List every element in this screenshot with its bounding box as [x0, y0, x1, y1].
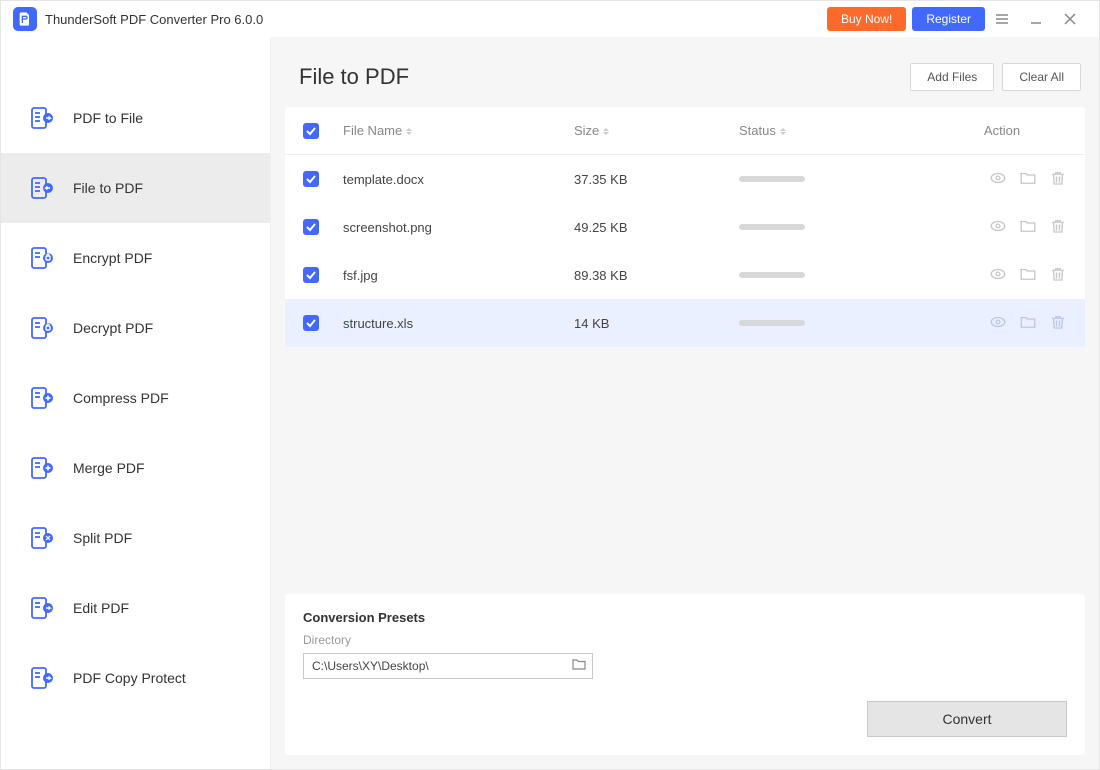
sidebar-item-label: Split PDF [73, 530, 132, 546]
sidebar-icon [29, 665, 55, 691]
sidebar-item-label: Compress PDF [73, 390, 169, 406]
delete-icon[interactable] [1049, 169, 1067, 190]
sidebar-item-split-pdf[interactable]: Split PDF [1, 503, 270, 573]
sidebar-item-compress-pdf[interactable]: Compress PDF [1, 363, 270, 433]
table-row[interactable]: fsf.jpg89.38 KB [285, 251, 1085, 299]
open-folder-icon[interactable] [1019, 169, 1037, 190]
preview-icon[interactable] [989, 313, 1007, 334]
sidebar-icon [29, 525, 55, 551]
sidebar-item-label: Encrypt PDF [73, 250, 152, 266]
sidebar-icon [29, 175, 55, 201]
table-header: File Name Size Status Action [285, 107, 1085, 155]
sidebar-item-label: File to PDF [73, 180, 143, 196]
col-status-label: Status [739, 123, 776, 138]
preview-icon[interactable] [989, 217, 1007, 238]
row-checkbox[interactable] [303, 267, 319, 283]
col-name-label: File Name [343, 123, 402, 138]
sidebar-item-edit-pdf[interactable]: Edit PDF [1, 573, 270, 643]
app-title: ThunderSoft PDF Converter Pro 6.0.0 [45, 12, 263, 27]
file-status [739, 320, 937, 326]
sidebar-item-pdf-to-file[interactable]: PDF to File [1, 83, 270, 153]
table-row[interactable]: screenshot.png49.25 KB [285, 203, 1085, 251]
delete-icon[interactable] [1049, 265, 1067, 286]
sidebar-item-label: Edit PDF [73, 600, 129, 616]
row-checkbox[interactable] [303, 315, 319, 331]
main-panel: File to PDF Add Files Clear All File Nam… [271, 37, 1099, 769]
row-checkbox[interactable] [303, 219, 319, 235]
sidebar-item-encrypt-pdf[interactable]: Encrypt PDF [1, 223, 270, 293]
directory-input[interactable] [312, 659, 572, 673]
directory-label: Directory [303, 633, 1067, 647]
file-name: fsf.jpg [343, 268, 574, 283]
file-name: screenshot.png [343, 220, 574, 235]
sidebar-icon [29, 105, 55, 131]
file-name: structure.xls [343, 316, 574, 331]
clear-all-button[interactable]: Clear All [1002, 63, 1081, 91]
conversion-presets: Conversion Presets Directory Convert [285, 594, 1085, 755]
table-row[interactable]: template.docx37.35 KB [285, 155, 1085, 203]
menu-icon[interactable] [985, 5, 1019, 33]
convert-button[interactable]: Convert [867, 701, 1067, 737]
sidebar-icon [29, 455, 55, 481]
sidebar-item-pdf-copy-protect[interactable]: PDF Copy Protect [1, 643, 270, 713]
file-status [739, 176, 937, 182]
directory-input-wrap [303, 653, 593, 679]
buy-now-button[interactable]: Buy Now! [827, 7, 906, 31]
sort-icon[interactable] [603, 128, 609, 135]
file-size: 14 KB [574, 316, 739, 331]
file-status [739, 224, 937, 230]
preview-icon[interactable] [989, 169, 1007, 190]
file-size: 49.25 KB [574, 220, 739, 235]
sidebar-item-label: Merge PDF [73, 460, 145, 476]
table-row[interactable]: structure.xls14 KB [285, 299, 1085, 347]
col-action-label: Action [984, 123, 1020, 138]
sidebar-icon [29, 245, 55, 271]
sidebar-icon [29, 595, 55, 621]
browse-folder-icon[interactable] [572, 657, 586, 675]
sidebar-item-file-to-pdf[interactable]: File to PDF [1, 153, 270, 223]
sidebar-item-label: PDF Copy Protect [73, 670, 186, 686]
register-button[interactable]: Register [912, 7, 985, 31]
add-files-button[interactable]: Add Files [910, 63, 994, 91]
presets-title: Conversion Presets [303, 610, 1067, 625]
file-name: template.docx [343, 172, 574, 187]
sidebar-item-label: PDF to File [73, 110, 143, 126]
preview-icon[interactable] [989, 265, 1007, 286]
delete-icon[interactable] [1049, 217, 1067, 238]
open-folder-icon[interactable] [1019, 313, 1037, 334]
sidebar-item-merge-pdf[interactable]: Merge PDF [1, 433, 270, 503]
files-table: File Name Size Status Action template.do… [285, 107, 1085, 347]
minimize-icon[interactable] [1019, 5, 1053, 33]
sidebar-item-decrypt-pdf[interactable]: Decrypt PDF [1, 293, 270, 363]
sort-icon[interactable] [406, 128, 412, 135]
sidebar-item-label: Decrypt PDF [73, 320, 153, 336]
open-folder-icon[interactable] [1019, 265, 1037, 286]
sidebar-icon [29, 385, 55, 411]
close-icon[interactable] [1053, 5, 1087, 33]
app-logo [13, 7, 37, 31]
select-all-checkbox[interactable] [303, 123, 319, 139]
row-checkbox[interactable] [303, 171, 319, 187]
open-folder-icon[interactable] [1019, 217, 1037, 238]
file-size: 37.35 KB [574, 172, 739, 187]
sort-icon[interactable] [780, 128, 786, 135]
sidebar: PDF to File File to PDF Encrypt PDF Decrypt… [1, 37, 271, 769]
page-title: File to PDF [299, 64, 902, 90]
file-size: 89.38 KB [574, 268, 739, 283]
titlebar: ThunderSoft PDF Converter Pro 6.0.0 Buy … [1, 1, 1099, 37]
delete-icon[interactable] [1049, 313, 1067, 334]
col-size-label: Size [574, 123, 599, 138]
sidebar-icon [29, 315, 55, 341]
file-status [739, 272, 937, 278]
